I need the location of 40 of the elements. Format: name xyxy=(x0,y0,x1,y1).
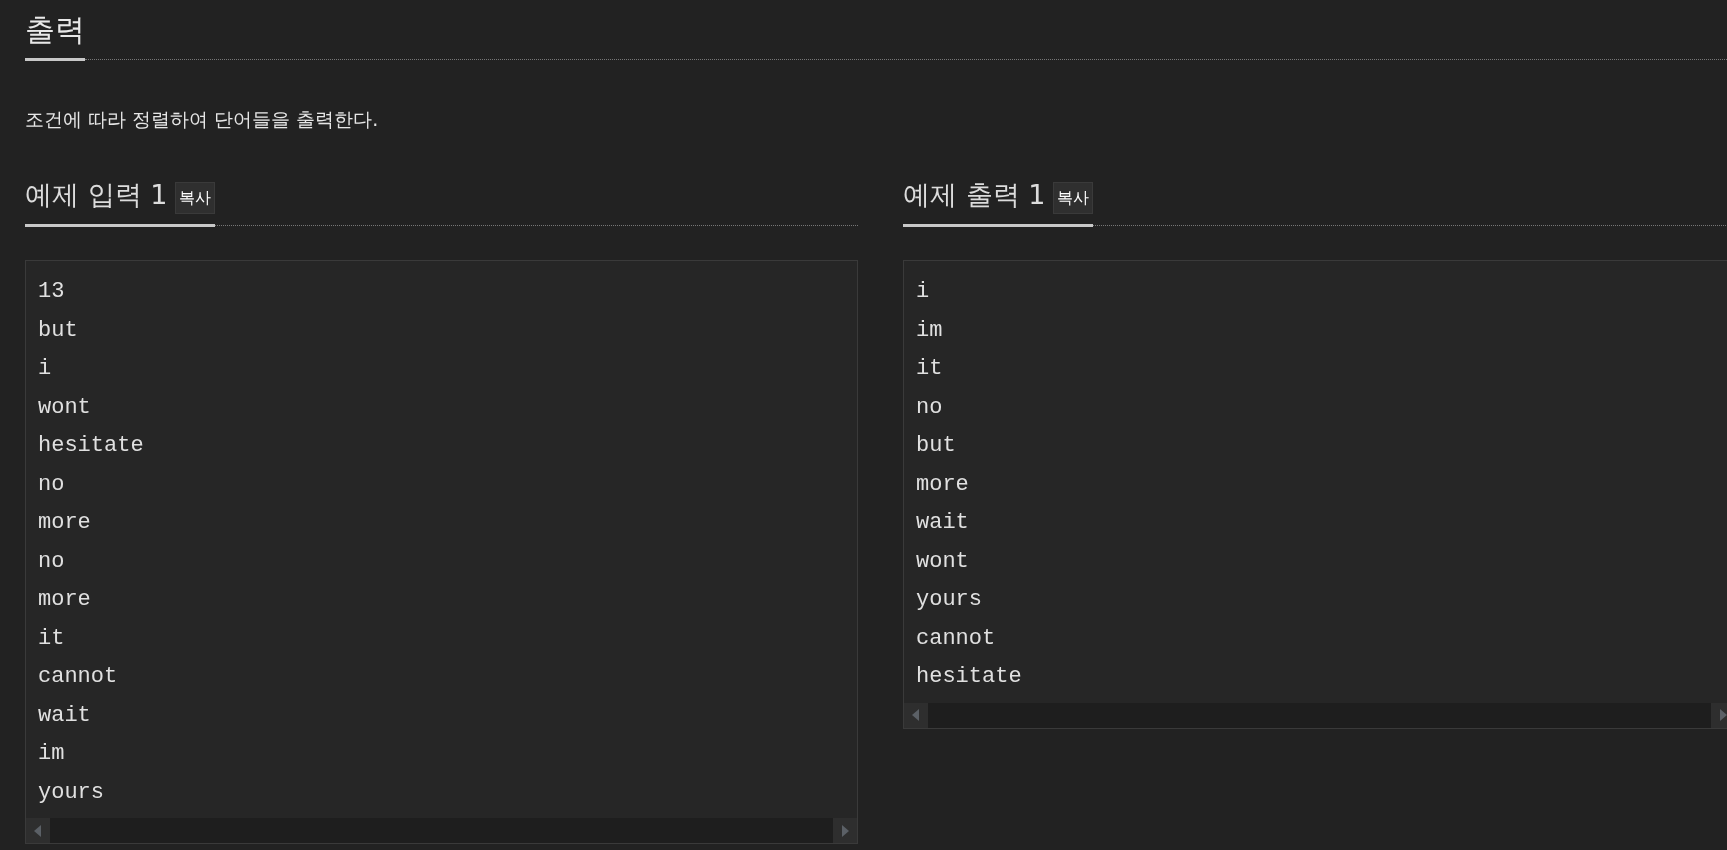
scroll-right-button[interactable] xyxy=(833,818,857,843)
code-line: it xyxy=(916,355,943,383)
code-line: i xyxy=(916,278,930,306)
code-line: wont xyxy=(38,393,91,422)
code-line: it xyxy=(38,624,65,653)
code-line: but xyxy=(916,432,956,460)
code-line: im xyxy=(38,740,65,768)
horizontal-scrollbar[interactable] xyxy=(26,818,857,843)
code-line: but xyxy=(38,316,78,345)
code-line: no xyxy=(916,393,943,422)
code-line: hesitate xyxy=(38,432,144,460)
right-arrow-icon xyxy=(1719,709,1727,721)
scroll-left-button[interactable] xyxy=(904,702,928,728)
code-line: yours xyxy=(38,778,104,807)
code-line: cannot xyxy=(916,624,996,653)
code-line: i xyxy=(38,355,52,383)
code-line: 13 xyxy=(38,278,65,306)
copy-button[interactable]: 복사 xyxy=(175,182,216,214)
code-line: more xyxy=(38,509,91,537)
copy-button[interactable]: 복사 xyxy=(1053,182,1094,214)
code-line: im xyxy=(916,316,943,345)
code-line: cannot xyxy=(38,663,118,691)
sample-title: 예제 입력 1 xyxy=(25,178,168,212)
code-line: hesitate xyxy=(916,663,1022,691)
sample-title: 예제 출력 1 xyxy=(903,178,1046,212)
code-line: wont xyxy=(916,547,969,576)
code-line: more xyxy=(38,586,91,614)
horizontal-scrollbar[interactable] xyxy=(904,702,1727,728)
left-arrow-icon xyxy=(912,709,920,721)
left-arrow-icon xyxy=(34,824,42,837)
scroll-left-button[interactable] xyxy=(26,818,50,843)
description-text: 조건에 따라 정렬하여 단어들을 출력한다. xyxy=(25,107,380,131)
code-line: wait xyxy=(916,509,969,537)
code-line: no xyxy=(38,470,65,499)
code-line: wait xyxy=(38,701,91,730)
right-arrow-icon xyxy=(841,824,849,837)
code-line: more xyxy=(916,470,969,499)
code-line: yours xyxy=(916,586,982,614)
code-line: no xyxy=(38,547,65,576)
section-title: 출력 xyxy=(25,12,85,48)
